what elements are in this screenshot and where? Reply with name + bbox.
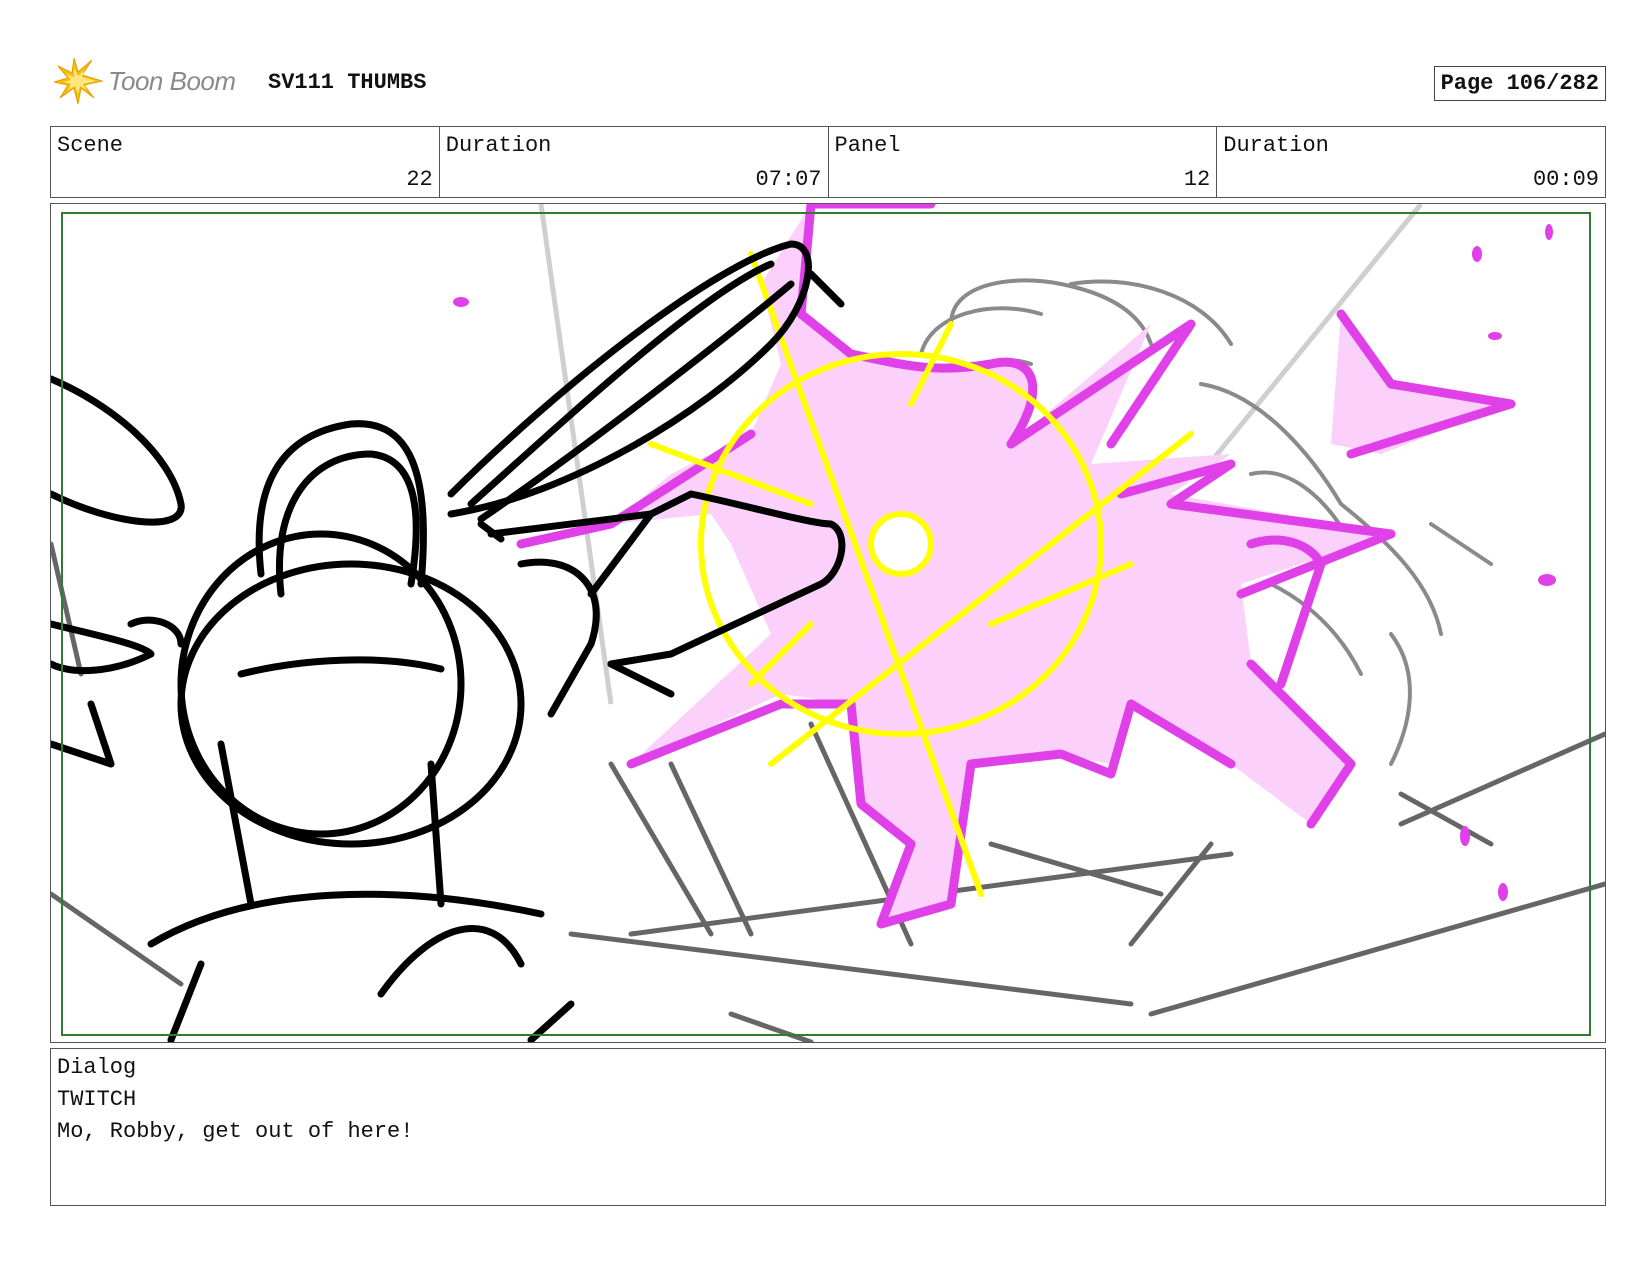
storyboard-panel (50, 203, 1606, 1043)
dialog-line: Mo, Robby, get out of here! (57, 1119, 414, 1144)
starburst-icon (54, 58, 104, 104)
panel-value: 12 (1183, 167, 1211, 192)
scene-duration-label: Duration (445, 133, 552, 158)
energy-burst (453, 204, 1556, 929)
scene-duration-cell: Duration 07:07 (440, 127, 829, 197)
page-number: Page 106/282 (1433, 66, 1606, 101)
panel-cell: Panel 12 (829, 127, 1218, 197)
scene-duration-value: 07:07 (755, 167, 822, 192)
panel-info-row: Scene 22 Duration 07:07 Panel 12 Duratio… (50, 126, 1606, 198)
panel-duration-label: Duration (1223, 133, 1329, 158)
logo-wordmark: Toon Boom (108, 65, 236, 96)
page-header: Toon Boom SV111 THUMBS Page 106/282 (50, 56, 1606, 108)
scene-label: Scene (57, 133, 124, 158)
dialog-label: Dialog (57, 1055, 137, 1080)
document-title: SV111 THUMBS (268, 70, 427, 95)
scene-value: 22 (406, 167, 433, 192)
dialog-box: Dialog TWITCH Mo, Robby, get out of here… (50, 1048, 1606, 1206)
panel-duration-cell: Duration 00:09 (1217, 127, 1605, 197)
dialog-speaker: TWITCH (57, 1087, 137, 1112)
panel-sketch (51, 204, 1605, 1042)
panel-duration-value: 00:09 (1532, 167, 1599, 192)
scene-cell: Scene 22 (51, 127, 440, 197)
panel-label: Panel (834, 133, 901, 158)
toon-boom-logo: Toon Boom (54, 58, 254, 104)
